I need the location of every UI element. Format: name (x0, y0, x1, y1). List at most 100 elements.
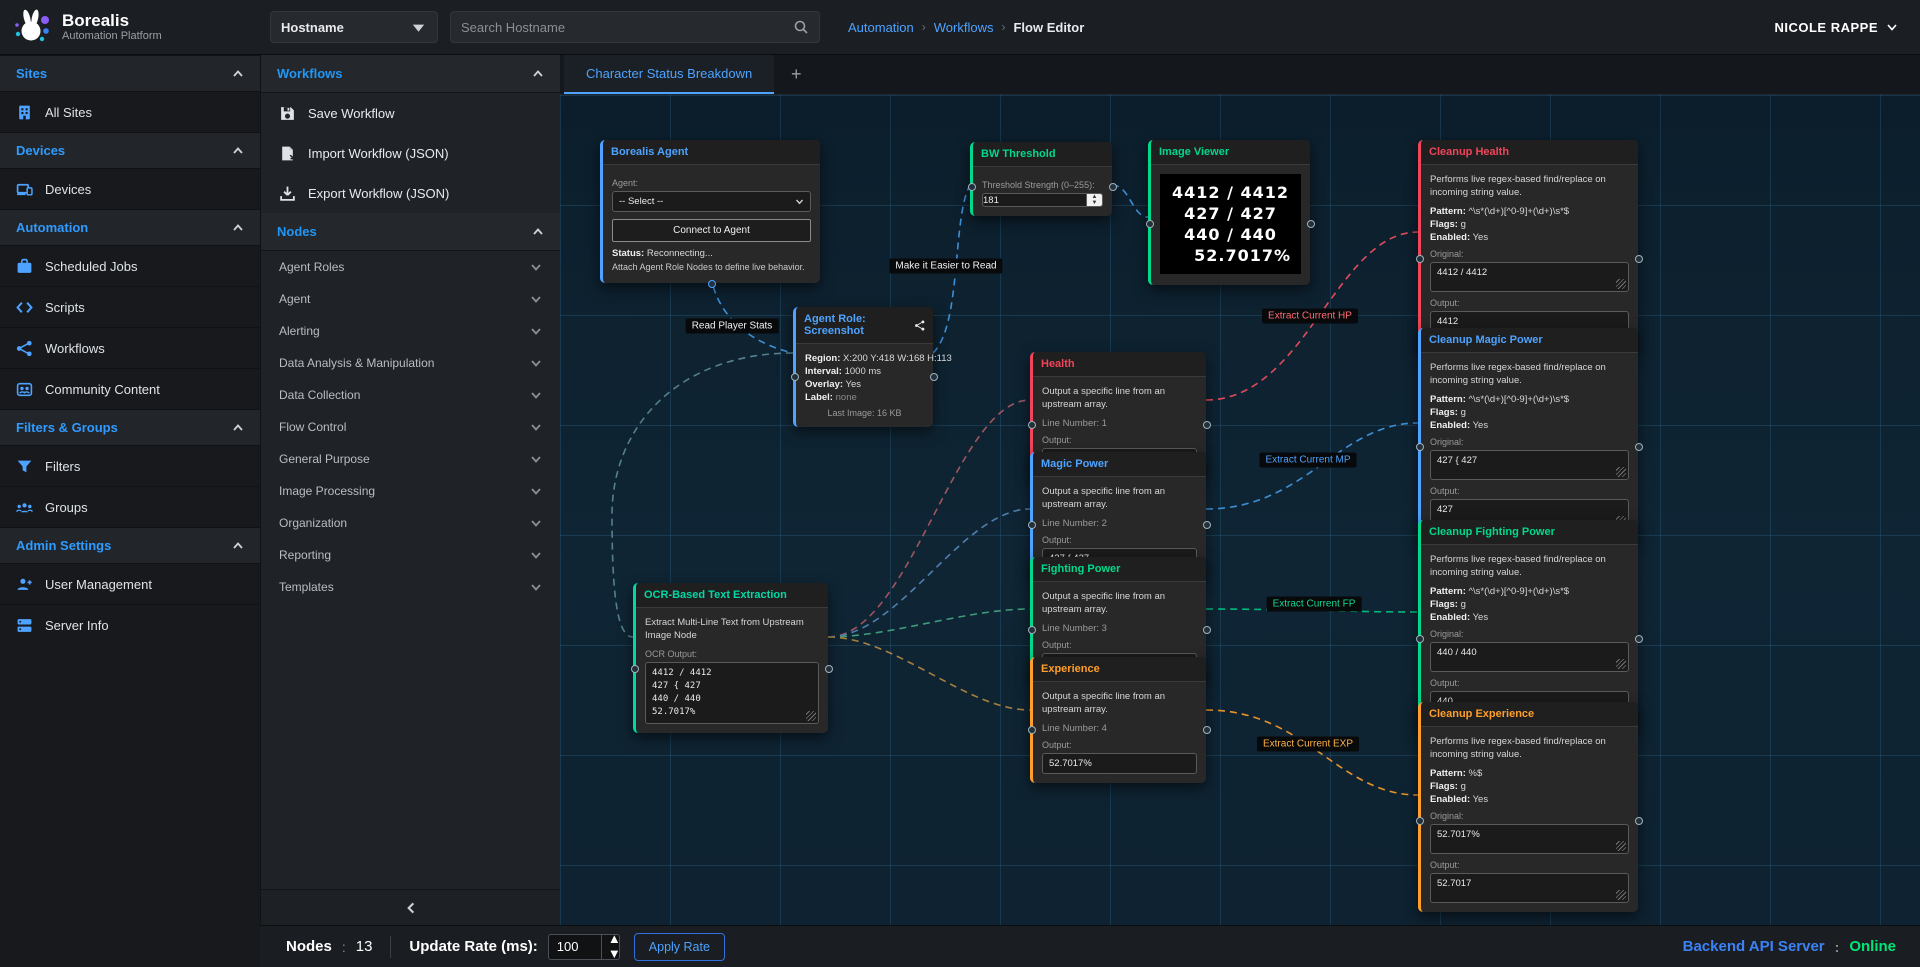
resize-grip-icon[interactable] (1616, 659, 1626, 669)
sidebar-item-user-management[interactable]: User Management (0, 563, 260, 604)
bw-threshold-node[interactable]: BW ThresholdThreshold Strength (0–255):1… (970, 142, 1112, 216)
node-header[interactable]: BW Threshold (973, 142, 1112, 167)
add-tab-button[interactable]: + (774, 54, 818, 94)
borealis-agent-node[interactable]: Borealis AgentAgent:-- Select --Connect … (600, 140, 820, 283)
ocr-text-extraction-node[interactable]: OCR-Based Text ExtractionExtract Multi-L… (633, 583, 828, 733)
hostname-search[interactable]: Search Hostname (450, 11, 820, 43)
node-category-data-analysis-manipulation[interactable]: Data Analysis & Manipulation (261, 347, 560, 379)
node-handle-right[interactable] (930, 373, 938, 381)
resize-grip-icon[interactable] (1616, 890, 1626, 900)
node-header[interactable]: Cleanup Magic Power (1421, 328, 1638, 353)
node-header[interactable]: Cleanup Experience (1421, 702, 1638, 727)
textarea-input[interactable]: 4412 / 4412 427 { 427 440 / 440 52.7017% (645, 662, 819, 724)
node-category-image-processing[interactable]: Image Processing (261, 475, 560, 507)
borealis-logo-icon (12, 7, 52, 47)
collapse-panel-button[interactable] (261, 889, 560, 925)
share-icon[interactable] (914, 319, 925, 332)
node-header[interactable]: Fighting Power (1033, 557, 1206, 582)
node-header[interactable]: OCR-Based Text Extraction (636, 583, 828, 608)
node-category-templates[interactable]: Templates (261, 571, 560, 603)
resize-grip-icon[interactable] (1616, 467, 1626, 477)
textarea-input[interactable]: 52.7017 (1430, 873, 1629, 903)
resize-grip-icon[interactable] (1616, 841, 1626, 851)
node-handle-right[interactable] (1307, 220, 1315, 228)
chevron-up-icon (232, 422, 244, 434)
node-category-reporting[interactable]: Reporting (261, 539, 560, 571)
number-input[interactable]: 181▲▼ (982, 193, 1103, 207)
node-handle-bottom[interactable] (708, 280, 716, 288)
breadcrumb-automation[interactable]: Automation (848, 20, 914, 35)
export-workflow-button[interactable]: Export Workflow (JSON) (261, 173, 560, 213)
textarea-input[interactable]: 4412 / 4412 (1430, 262, 1629, 292)
node-category-alerting[interactable]: Alerting (261, 315, 560, 347)
textarea-input[interactable]: 52.7017% (1430, 824, 1629, 854)
agent-role-screenshot-node[interactable]: Agent Role: ScreenshotRegion: X:200 Y:41… (793, 307, 933, 427)
resize-grip-icon[interactable] (1616, 279, 1626, 289)
textarea-input[interactable]: 440 / 440 (1430, 642, 1629, 672)
sidebar-item-all-sites[interactable]: All Sites (0, 91, 260, 132)
resize-grip-icon[interactable] (806, 711, 816, 721)
sidebar-section-automation[interactable]: Automation (0, 209, 260, 245)
node-category-data-collection[interactable]: Data Collection (261, 379, 560, 411)
node-handle-left[interactable] (1146, 220, 1154, 228)
hostname-select[interactable]: Hostname (270, 11, 438, 43)
text-input[interactable]: 52.7017% (1042, 753, 1197, 774)
node-header[interactable]: Image Viewer (1151, 140, 1310, 165)
node-button[interactable]: Connect to Agent (612, 219, 811, 242)
image-viewer-node[interactable]: Image Viewer4412 / 4412427 / 427440 / 44… (1148, 140, 1310, 285)
apply-rate-button[interactable]: Apply Rate (634, 933, 725, 961)
edge-label-exp-to-cleanup: Extract Current EXP (1257, 737, 1359, 752)
cleanup-experience-node[interactable]: Cleanup ExperiencePerforms live regex-ba… (1418, 702, 1638, 912)
sidebar-section-sites[interactable]: Sites (0, 55, 260, 91)
node-category-flow-control[interactable]: Flow Control (261, 411, 560, 443)
node-header[interactable]: Agent Role: Screenshot (796, 307, 933, 344)
node-header[interactable]: Cleanup Fighting Power (1421, 520, 1638, 545)
sidebar-section-admin-settings[interactable]: Admin Settings (0, 527, 260, 563)
chevron-down-icon (1886, 21, 1898, 33)
import-workflow-button[interactable]: Import Workflow (JSON) (261, 133, 560, 173)
node-select[interactable]: -- Select -- (612, 191, 811, 212)
tab-character-status-breakdown[interactable]: Character Status Breakdown (564, 54, 774, 94)
experience-node[interactable]: ExperienceOutput a specific line from an… (1030, 657, 1206, 783)
sidebar-section-devices[interactable]: Devices (0, 132, 260, 168)
cleanup-magic-power-node[interactable]: Cleanup Magic PowerPerforms live regex-b… (1418, 328, 1638, 538)
node-handle-left[interactable] (791, 373, 799, 381)
flow-graph[interactable]: Read Player StatsMake it Easier to ReadE… (560, 95, 1920, 925)
number-stepper[interactable]: ▲▼ (1086, 194, 1102, 206)
search-icon[interactable] (793, 19, 809, 35)
cleanup-health-node[interactable]: Cleanup HealthPerforms live regex-based … (1418, 140, 1638, 350)
node-header[interactable]: Experience (1033, 657, 1206, 682)
node-category-agent[interactable]: Agent (261, 283, 560, 315)
cleanup-fighting-power-node[interactable]: Cleanup Fighting PowerPerforms live rege… (1418, 520, 1638, 730)
sidebar-item-workflows[interactable]: Workflows (0, 327, 260, 368)
sidebar-item-groups[interactable]: Groups (0, 486, 260, 527)
category-label: Organization (279, 516, 347, 530)
sidebar-item-server-info[interactable]: Server Info (0, 604, 260, 645)
nodes-panel-header[interactable]: Nodes (261, 213, 560, 251)
textarea-input[interactable]: 427 { 427 (1430, 450, 1629, 480)
kv-row: Line Number: 4 (1042, 723, 1197, 734)
node-header[interactable]: Borealis Agent (603, 140, 820, 165)
edge-label-fighting-to-cleanup: Extract Current FP (1267, 597, 1362, 612)
kv-row: Pattern: %$ (1430, 768, 1629, 779)
workflows-panel-header[interactable]: Workflows (261, 55, 560, 93)
node-header[interactable]: Health (1033, 352, 1206, 377)
node-handle-right[interactable] (1109, 183, 1117, 191)
node-header[interactable]: Magic Power (1033, 452, 1206, 477)
sidebar-item-filters[interactable]: Filters (0, 445, 260, 486)
sidebar-item-scheduled-jobs[interactable]: Scheduled Jobs (0, 245, 260, 286)
node-category-general-purpose[interactable]: General Purpose (261, 443, 560, 475)
breadcrumb-workflows[interactable]: Workflows (934, 20, 994, 35)
sidebar-item-scripts[interactable]: Scripts (0, 286, 260, 327)
rate-stepper[interactable]: ▲▼ (601, 935, 619, 959)
save-workflow-button[interactable]: Save Workflow (261, 93, 560, 133)
node-handle-left[interactable] (968, 183, 976, 191)
update-rate-input[interactable]: 100 ▲▼ (548, 934, 620, 960)
sidebar-item-devices[interactable]: Devices (0, 168, 260, 209)
sidebar-item-community-content[interactable]: Community Content (0, 368, 260, 409)
node-category-organization[interactable]: Organization (261, 507, 560, 539)
node-header[interactable]: Cleanup Health (1421, 140, 1638, 165)
node-category-agent-roles[interactable]: Agent Roles (261, 251, 560, 283)
sidebar-section-filters-groups[interactable]: Filters & Groups (0, 409, 260, 445)
user-menu[interactable]: NICOLE RAPPE (1774, 20, 1898, 35)
